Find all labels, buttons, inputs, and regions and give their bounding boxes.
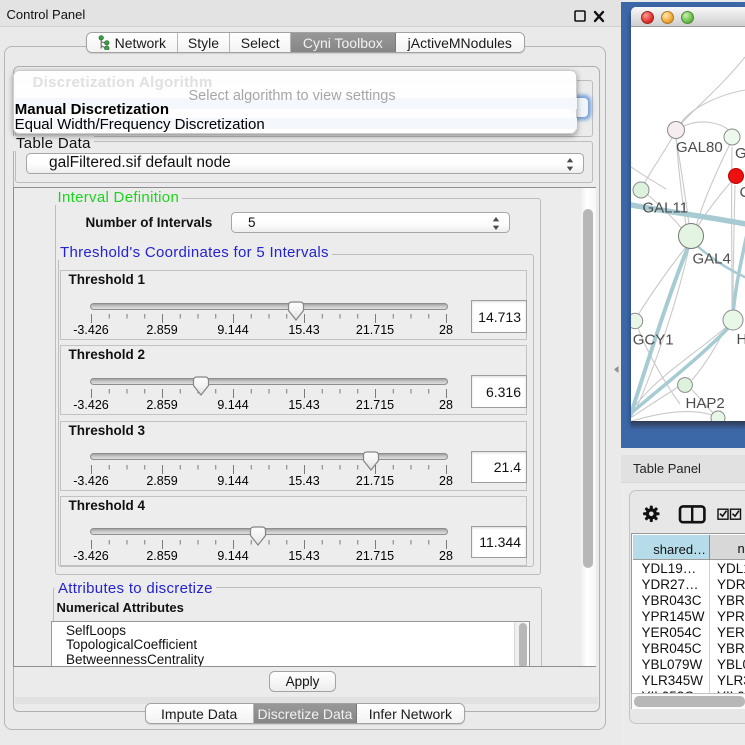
svg-text:GAL4: GAL4 bbox=[693, 251, 731, 268]
svg-text:C: C bbox=[740, 184, 745, 201]
svg-text:GCY1: GCY1 bbox=[633, 332, 674, 349]
svg-text:HAP2: HAP2 bbox=[686, 395, 725, 412]
svg-text:GAL11: GAL11 bbox=[643, 200, 689, 217]
svg-text:GA: GA bbox=[735, 145, 745, 162]
svg-text:GAL80: GAL80 bbox=[676, 139, 723, 156]
svg-text:H: H bbox=[737, 331, 745, 348]
